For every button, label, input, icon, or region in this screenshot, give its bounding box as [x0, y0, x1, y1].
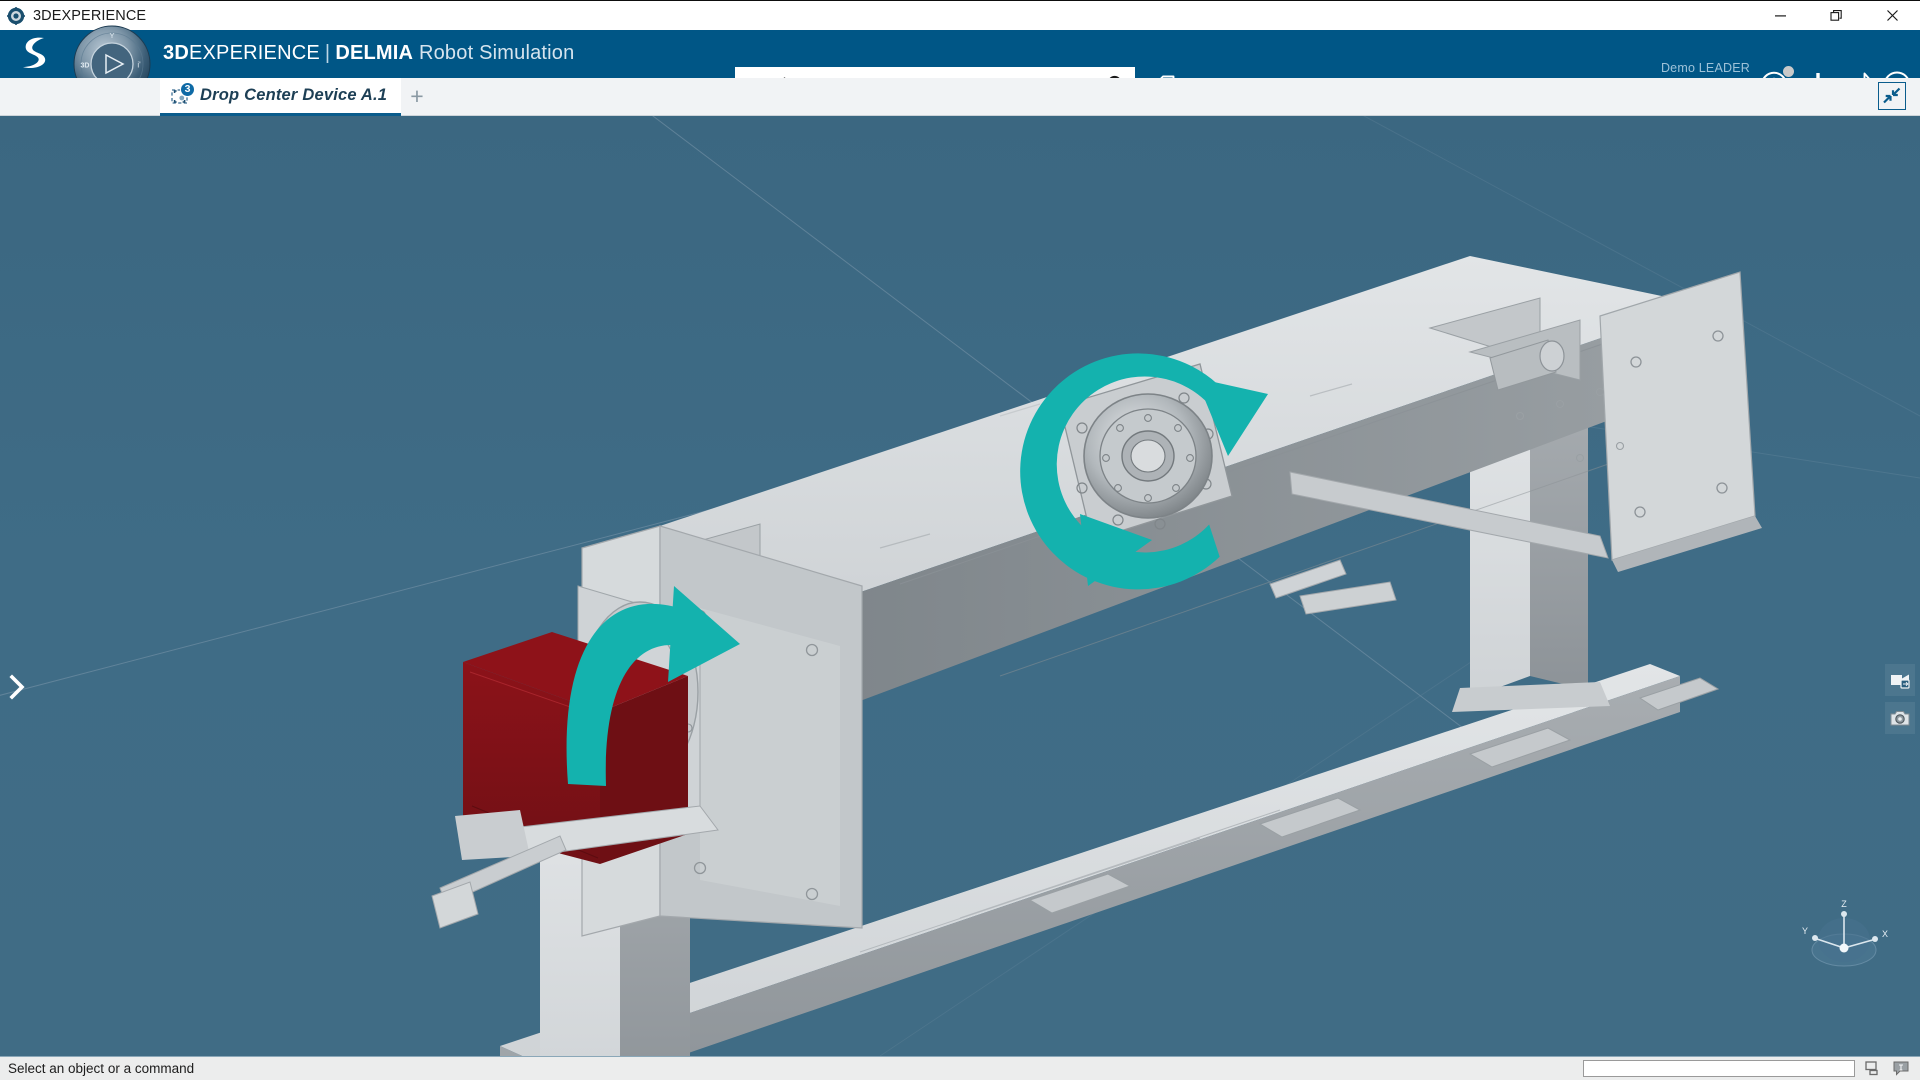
- status-message: Select an object or a command: [8, 1061, 194, 1076]
- svg-text:3D: 3D: [81, 63, 90, 70]
- annotation-icon[interactable]: [1892, 1060, 1912, 1078]
- tab-drop-center-device[interactable]: 3 Drop Center Device A.1: [160, 78, 401, 116]
- tab-label: Drop Center Device A.1: [200, 86, 387, 105]
- 3dexperience-logo-icon: [7, 7, 25, 25]
- notification-badge: [1782, 65, 1795, 78]
- application-header: Y 3D i' V+R 3DEXPERIENCE|DELMIA Robot Si…: [0, 30, 1920, 78]
- close-button[interactable]: [1864, 1, 1920, 30]
- add-tab-button[interactable]: +: [405, 85, 429, 109]
- brand-app: Robot Simulation: [419, 42, 575, 64]
- application-window: 3DEXPERIENCE: [0, 0, 1920, 1080]
- restore-button[interactable]: [1808, 1, 1864, 30]
- svg-text:X: X: [1882, 929, 1888, 939]
- svg-text:Z: Z: [1841, 899, 1847, 909]
- brand-bold: 3D: [163, 42, 189, 64]
- svg-text:Y: Y: [1802, 926, 1808, 936]
- 3d-scene[interactable]: [0, 116, 1920, 1056]
- dassault-systemes-logo[interactable]: [14, 34, 60, 74]
- axis-trihedron[interactable]: Z X Y: [1796, 890, 1892, 986]
- 3d-viewport[interactable]: Z X Y: [0, 116, 1920, 1056]
- svg-text:Y: Y: [109, 31, 114, 40]
- capture-image-button[interactable]: [1885, 702, 1915, 734]
- brand-suite: DELMIA: [335, 42, 413, 64]
- svg-text:i': i': [137, 61, 141, 70]
- window-title-bar: 3DEXPERIENCE: [0, 0, 1920, 30]
- window-title: 3DEXPERIENCE: [33, 8, 146, 24]
- brand-title: 3DEXPERIENCE|DELMIA Robot Simulation: [163, 42, 574, 65]
- user-role: Demo LEADER: [1573, 62, 1750, 76]
- brand-thin: EXPERIENCE: [189, 42, 320, 64]
- tab-strip: 3 Drop Center Device A.1 +: [0, 78, 1920, 116]
- collapse-arrows-icon[interactable]: [1878, 82, 1906, 110]
- product-structure-icon: 3: [170, 86, 192, 106]
- window-layout-icon[interactable]: [1864, 1060, 1884, 1078]
- command-input[interactable]: [1583, 1060, 1855, 1077]
- tab-badge-count: 3: [180, 82, 195, 97]
- brand-separator: |: [325, 42, 330, 64]
- chevron-right-icon[interactable]: [6, 672, 28, 702]
- capture-video-button[interactable]: [1885, 664, 1915, 696]
- status-bar: Select an object or a command: [0, 1056, 1920, 1080]
- viewport-tool-rail: [1885, 664, 1915, 740]
- minimize-button[interactable]: [1752, 1, 1808, 30]
